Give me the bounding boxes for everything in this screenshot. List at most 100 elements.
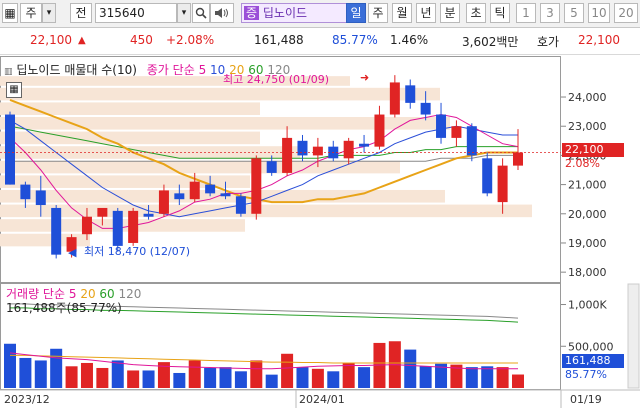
candle[interactable] xyxy=(143,213,154,217)
price-change: 450 xyxy=(130,33,153,47)
candle[interactable] xyxy=(359,143,370,147)
volume-bar[interactable] xyxy=(34,360,47,388)
candle[interactable] xyxy=(158,190,169,214)
candle[interactable] xyxy=(81,216,92,235)
profile-band xyxy=(0,131,260,145)
volume-bar[interactable] xyxy=(142,370,155,388)
candle[interactable] xyxy=(513,152,523,166)
filter-select[interactable]: 전 xyxy=(70,3,92,23)
candle[interactable] xyxy=(251,158,262,214)
volume-bar[interactable] xyxy=(204,367,217,388)
interval-3-button[interactable]: 3 xyxy=(540,3,560,23)
period-month-button[interactable]: 월 xyxy=(392,3,412,23)
price-legend: ▥ 딥노이드 매물대 수(10) 종가 단순 5 10 20 60 120 xyxy=(4,61,290,78)
current-pct-label: 2.08% xyxy=(565,157,600,170)
period-second-button[interactable]: 초 xyxy=(466,3,486,23)
volume-bar[interactable] xyxy=(111,360,124,388)
candle[interactable] xyxy=(174,193,185,200)
legend-checkbox-icon[interactable]: ▥ xyxy=(4,67,13,77)
candle[interactable] xyxy=(482,158,493,194)
volume-bar[interactable] xyxy=(481,366,494,388)
candle[interactable] xyxy=(343,140,354,159)
volume-bar[interactable] xyxy=(265,374,278,388)
chevron-down-icon[interactable]: ▾ xyxy=(42,3,56,23)
stock-chart[interactable]: 24,00023,00022,00021,00020,00019,00018,0… xyxy=(0,56,640,408)
vol-y-tick-label: 500,000 xyxy=(568,340,614,353)
volume-bar[interactable] xyxy=(419,366,432,388)
period-day-button[interactable]: 일 xyxy=(346,3,366,23)
volume-bar[interactable] xyxy=(404,349,417,388)
volume-bar[interactable] xyxy=(19,357,32,388)
volume-bar[interactable] xyxy=(465,367,478,388)
y-tick-label: 20,000 xyxy=(568,208,607,221)
candle[interactable] xyxy=(374,114,385,147)
volume-bar[interactable] xyxy=(4,343,16,388)
volume-bars[interactable] xyxy=(4,341,524,388)
market-icon[interactable]: ▦ xyxy=(2,3,18,23)
period-year-button[interactable]: 년 xyxy=(416,3,436,23)
y-tick-label: 24,000 xyxy=(568,91,607,104)
candle[interactable] xyxy=(51,207,62,255)
trade-amount: 3,602백만 xyxy=(462,35,519,49)
volume-bar[interactable] xyxy=(50,348,63,388)
volume-bar[interactable] xyxy=(127,370,140,388)
ma-label: 종가 단순 xyxy=(146,63,195,77)
interval-20-button[interactable]: 20 xyxy=(614,3,638,23)
candle[interactable] xyxy=(112,210,123,246)
volume-bar[interactable] xyxy=(96,367,109,388)
candle[interactable] xyxy=(466,126,477,156)
period-minute-button[interactable]: 분 xyxy=(440,3,460,23)
calculator-icon[interactable]: ▦ xyxy=(6,82,22,98)
ma60-label: 60 xyxy=(248,63,264,77)
search-icon[interactable] xyxy=(192,3,210,23)
candle[interactable] xyxy=(235,196,246,214)
speaker-icon[interactable] xyxy=(210,3,234,23)
volume-bar[interactable] xyxy=(188,360,201,388)
period-tick-button[interactable]: 틱 xyxy=(490,3,510,23)
candle[interactable] xyxy=(312,146,323,156)
candle[interactable] xyxy=(220,193,231,197)
volume-bar[interactable] xyxy=(219,367,232,388)
volume-bar[interactable] xyxy=(65,366,78,388)
candle[interactable] xyxy=(451,126,462,138)
stock-name-field[interactable]: 증 딥노이드 xyxy=(241,3,355,23)
candle[interactable] xyxy=(5,114,15,185)
candle[interactable] xyxy=(282,137,293,173)
candle[interactable] xyxy=(497,165,508,203)
volume-bar[interactable] xyxy=(512,374,524,388)
ma5-label: 5 xyxy=(198,63,207,77)
candle[interactable] xyxy=(189,181,200,200)
candle[interactable] xyxy=(35,190,46,206)
candle[interactable] xyxy=(128,210,139,243)
price-axis: 24,00023,00022,00021,00020,00019,00018,0… xyxy=(568,91,607,279)
volume-bar[interactable] xyxy=(311,368,324,388)
candle[interactable] xyxy=(205,184,216,194)
volume-bar[interactable] xyxy=(496,367,509,388)
chevron-down-icon[interactable]: ▾ xyxy=(177,3,191,23)
period-week-button[interactable]: 주 xyxy=(368,3,388,23)
candle[interactable] xyxy=(20,184,31,200)
volume-bar[interactable] xyxy=(342,362,355,388)
volume-bar[interactable] xyxy=(296,367,309,388)
volume-bar[interactable] xyxy=(234,371,247,388)
volume-bar[interactable] xyxy=(80,362,93,388)
scrollbar[interactable] xyxy=(627,283,640,389)
volume-bar[interactable] xyxy=(281,353,294,388)
candle[interactable] xyxy=(405,85,416,103)
interval-5-button[interactable]: 5 xyxy=(564,3,584,23)
candle[interactable] xyxy=(297,140,308,156)
volume-bar[interactable] xyxy=(173,372,186,388)
candle[interactable] xyxy=(266,161,277,173)
volume-bar[interactable] xyxy=(358,367,371,388)
candle[interactable] xyxy=(420,102,431,115)
market-select[interactable]: 주 xyxy=(20,3,42,23)
stock-code-input[interactable]: 315640 xyxy=(95,3,177,23)
candle[interactable] xyxy=(436,114,447,138)
candle[interactable] xyxy=(389,82,400,115)
interval-10-button[interactable]: 10 xyxy=(588,3,610,23)
volume-bar[interactable] xyxy=(250,360,263,388)
volume-bar[interactable] xyxy=(327,371,340,388)
interval-1-button[interactable]: 1 xyxy=(516,3,536,23)
current-volume-pct: 85.77% xyxy=(565,368,607,381)
candle[interactable] xyxy=(97,207,108,217)
